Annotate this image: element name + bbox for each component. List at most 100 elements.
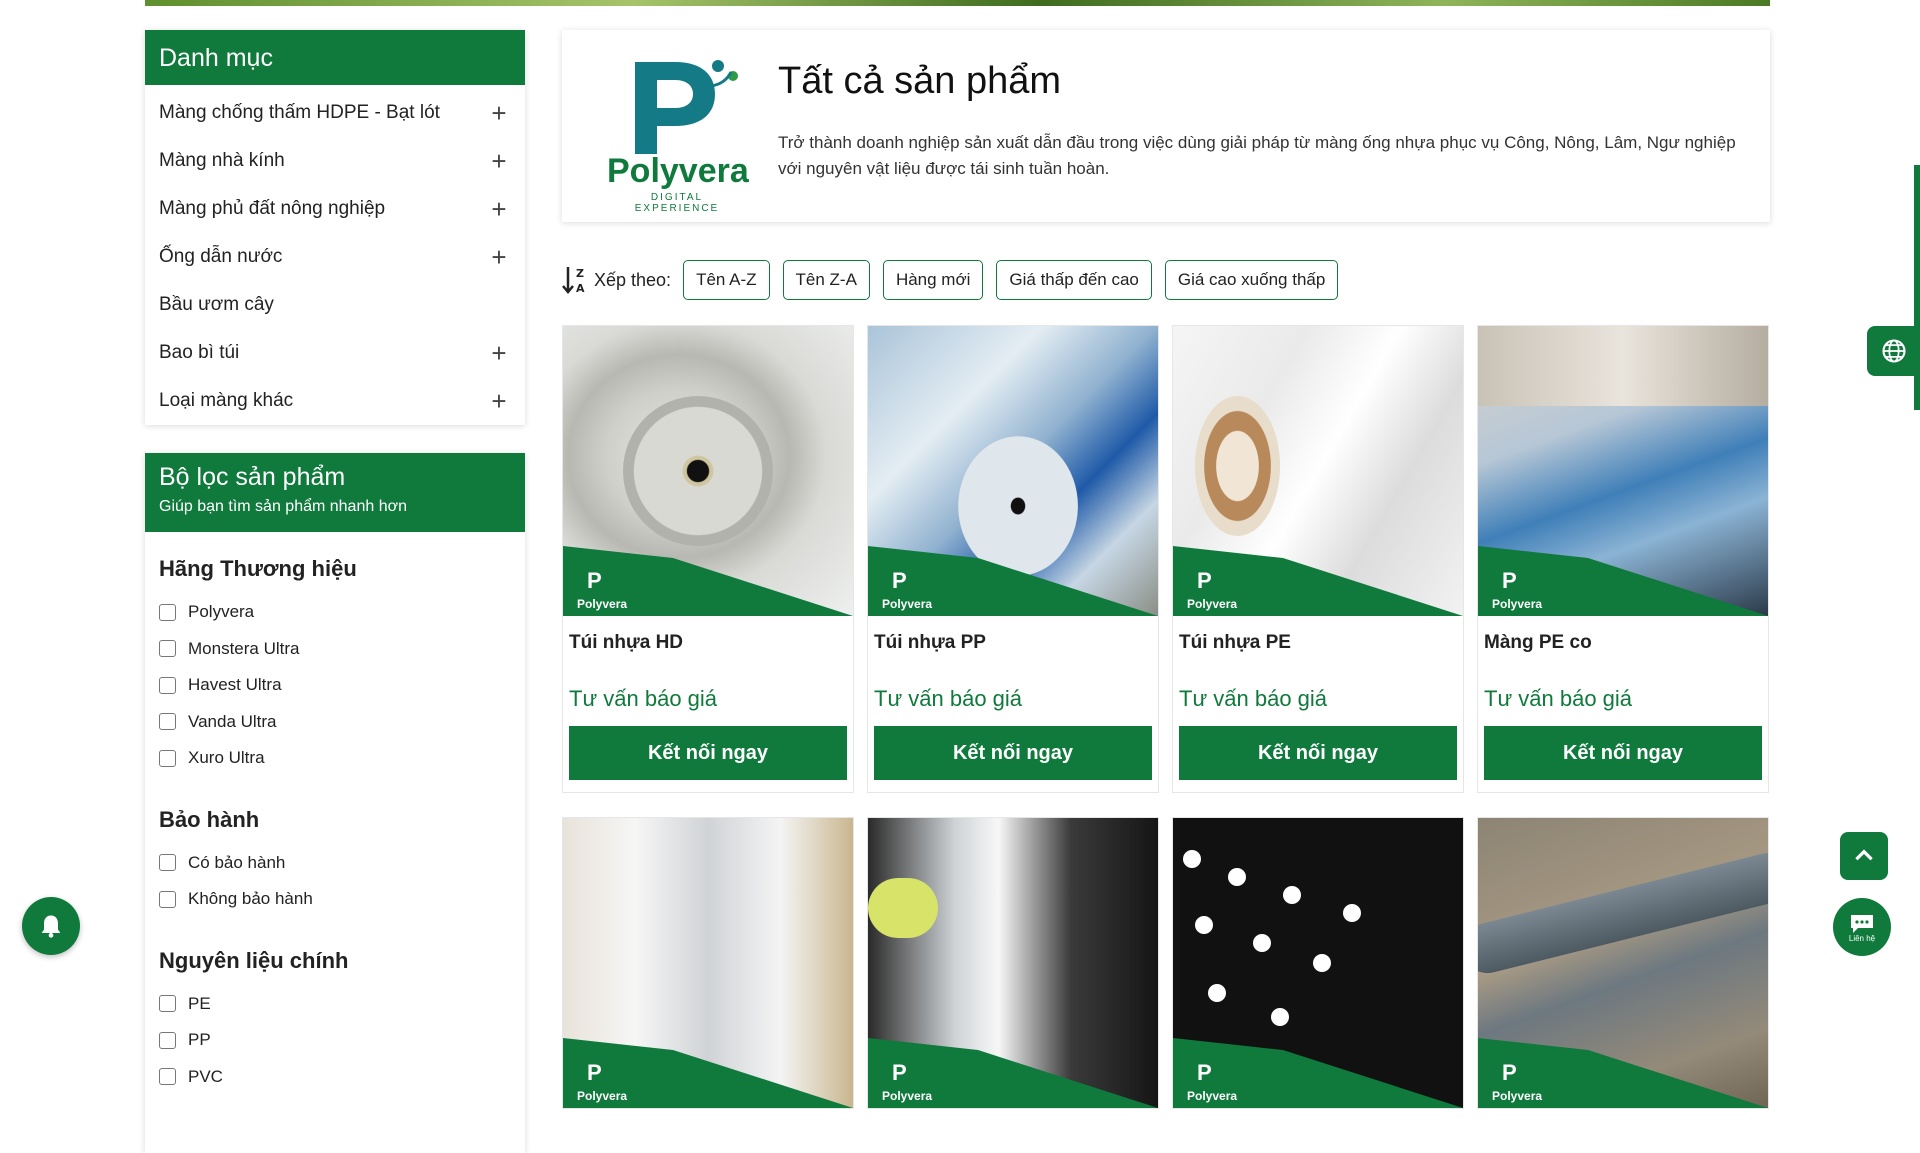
filter-option[interactable]: Monstera Ultra — [159, 631, 511, 668]
filter-option[interactable]: Xuro Ultra — [159, 740, 511, 777]
checkbox[interactable] — [159, 676, 176, 694]
checkbox[interactable] — [159, 713, 176, 731]
product-filter: Bộ lọc sản phẩm Giúp bạn tìm sản phẩm nh… — [145, 453, 525, 1153]
sort-name-desc-button[interactable]: Tên Z-A — [782, 260, 870, 300]
category-label: Màng nhà kính — [159, 150, 285, 171]
plus-icon[interactable]: + — [487, 386, 511, 417]
notification-bell-button[interactable] — [22, 897, 80, 955]
product-image[interactable]: P Polyvera — [563, 326, 853, 616]
checkbox[interactable] — [159, 603, 176, 621]
plus-icon[interactable]: + — [487, 98, 511, 129]
product-image[interactable]: P Polyvera — [1478, 326, 1768, 616]
checkbox[interactable] — [159, 749, 176, 767]
brand-badge: P Polyvera — [868, 546, 1158, 616]
filter-option[interactable]: Vanda Ultra — [159, 704, 511, 741]
filter-option[interactable]: Polyvera — [159, 594, 511, 631]
category-item[interactable]: Bầu ươm cây — [145, 281, 525, 329]
plus-icon[interactable]: + — [487, 146, 511, 177]
option-label: Xuro Ultra — [188, 748, 265, 768]
filter-option[interactable]: PP — [159, 1022, 511, 1059]
hole-dot — [1208, 984, 1226, 1002]
checkbox[interactable] — [159, 640, 176, 658]
product-image[interactable]: P Polyvera — [1173, 818, 1463, 1108]
filter-option[interactable]: Không bảo hành — [159, 881, 511, 918]
checkbox[interactable] — [159, 995, 176, 1013]
sort-bar: Z A Xếp theo: Tên A-Z Tên Z-A Hàng mới G… — [562, 259, 1351, 301]
badge-brand: Polyvera — [1492, 1089, 1542, 1103]
plus-icon[interactable]: + — [487, 194, 511, 225]
category-item[interactable]: Màng nhà kính + — [145, 137, 525, 185]
filter-title: Bộ lọc sản phẩm — [159, 463, 346, 491]
product-image[interactable]: P Polyvera — [563, 818, 853, 1108]
category-item[interactable]: Bao bì túi + — [145, 329, 525, 377]
category-label: Màng phủ đất nông nghiệp — [159, 198, 386, 219]
product-card[interactable]: P Polyvera — [1172, 817, 1464, 1109]
roll-shape — [623, 396, 773, 546]
sort-price-desc-button[interactable]: Giá cao xuống thấp — [1164, 260, 1339, 300]
checkbox[interactable] — [159, 890, 176, 908]
contact-chat-button[interactable]: Liên hệ — [1833, 898, 1891, 956]
machine-shape — [1478, 326, 1768, 406]
option-label: Havest Ultra — [188, 675, 282, 695]
category-box: Danh mục Màng chống thấm HDPE - Bạt lót +… — [145, 30, 525, 425]
product-image[interactable]: P Polyvera — [868, 326, 1158, 616]
product-card[interactable]: P Polyvera — [562, 817, 854, 1109]
connect-button[interactable]: Kết nối ngay — [569, 726, 847, 780]
brand-logo[interactable]: Polyvera DIGITAL EXPERIENCE — [607, 48, 749, 214]
filter-group-title: Hãng Thương hiệu — [159, 556, 357, 581]
category-item[interactable]: Ống dẫn nước + — [145, 233, 525, 281]
category-item[interactable]: Loại màng khác + — [145, 377, 525, 425]
checkbox[interactable] — [159, 1031, 176, 1049]
connect-button[interactable]: Kết nối ngay — [1179, 726, 1457, 780]
product-name[interactable]: Túi nhựa HD — [563, 616, 853, 686]
product-name[interactable]: Túi nhựa PP — [868, 616, 1158, 686]
product-card[interactable]: P Polyvera Màng PE co Tư vấn báo giá Kết … — [1477, 325, 1769, 793]
checkbox[interactable] — [159, 1068, 176, 1086]
option-label: PP — [188, 1030, 211, 1050]
filter-option[interactable]: PE — [159, 986, 511, 1023]
category-label: Bao bì túi — [159, 342, 240, 363]
brand-badge: P Polyvera — [1478, 1038, 1768, 1108]
badge-brand: Polyvera — [1187, 597, 1237, 611]
product-image[interactable]: P Polyvera — [1478, 818, 1768, 1108]
product-price: Tư vấn báo giá — [569, 686, 718, 711]
checkbox[interactable] — [159, 854, 176, 872]
product-image[interactable]: P Polyvera — [1173, 326, 1463, 616]
sort-label: Xếp theo: — [594, 269, 672, 290]
product-card[interactable]: P Polyvera Túi nhựa PE Tư vấn báo giá Kết… — [1172, 325, 1464, 793]
language-button[interactable] — [1867, 326, 1920, 376]
product-price: Tư vấn báo giá — [874, 686, 1023, 711]
product-card[interactable]: P Polyvera — [1477, 817, 1769, 1109]
connect-button[interactable]: Kết nối ngay — [874, 726, 1152, 780]
connect-button[interactable]: Kết nối ngay — [1484, 726, 1762, 780]
product-card[interactable]: P Polyvera Túi nhựa HD Tư vấn báo giá Kết… — [562, 325, 854, 793]
brand-badge: P Polyvera — [868, 1038, 1158, 1108]
product-image[interactable]: P Polyvera — [868, 818, 1158, 1108]
sort-icon: Z A — [562, 267, 585, 295]
filter-option[interactable]: Havest Ultra — [159, 667, 511, 704]
filter-option[interactable]: PVC — [159, 1059, 511, 1096]
bell-icon — [41, 915, 61, 938]
back-to-top-button[interactable] — [1840, 832, 1888, 880]
badge-brand: Polyvera — [1492, 597, 1542, 611]
product-card[interactable]: P Polyvera — [867, 817, 1159, 1109]
sort-newest-button[interactable]: Hàng mới — [882, 260, 984, 300]
product-name[interactable]: Túi nhựa PE — [1173, 616, 1463, 686]
badge-brand: Polyvera — [1187, 1089, 1237, 1103]
filter-option[interactable]: Có bảo hành — [159, 845, 511, 882]
svg-text:P: P — [587, 1060, 602, 1085]
category-item[interactable]: Màng phủ đất nông nghiệp + — [145, 185, 525, 233]
plus-icon[interactable]: + — [487, 242, 511, 273]
sort-name-asc-button[interactable]: Tên A-Z — [683, 260, 770, 300]
product-price: Tư vấn báo giá — [1484, 686, 1633, 711]
badge-brand: Polyvera — [882, 597, 932, 611]
top-banner-strip — [145, 0, 1770, 6]
category-item[interactable]: Màng chống thấm HDPE - Bạt lót + — [145, 89, 525, 137]
sort-price-asc-button[interactable]: Giá thấp đến cao — [996, 260, 1152, 300]
filter-header: Bộ lọc sản phẩm Giúp bạn tìm sản phẩm nh… — [145, 453, 525, 532]
product-name[interactable]: Màng PE co — [1478, 616, 1768, 686]
category-label: Màng chống thấm HDPE - Bạt lót — [159, 102, 440, 123]
plus-icon[interactable]: + — [487, 338, 511, 369]
badge-brand: Polyvera — [577, 597, 627, 611]
product-card[interactable]: P Polyvera Túi nhựa PP Tư vấn báo giá Kết… — [867, 325, 1159, 793]
